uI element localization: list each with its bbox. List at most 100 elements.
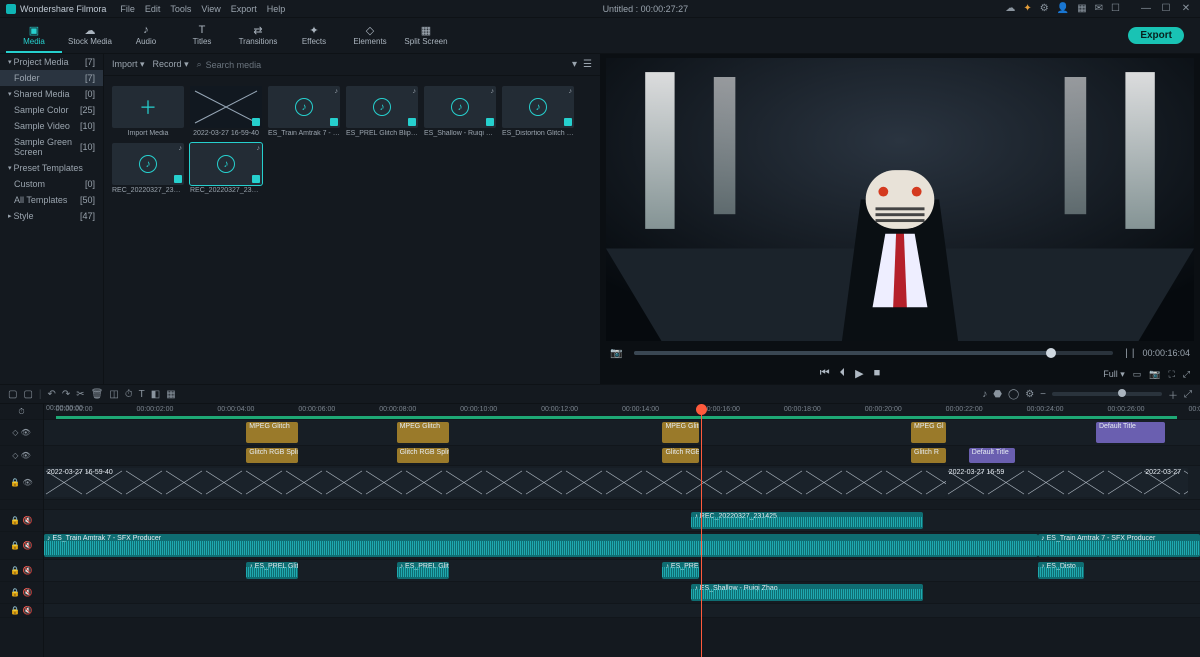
- clip-block[interactable]: MPEG Glitch: [397, 422, 449, 443]
- clip-block[interactable]: ♪ ES_Shallow - Ruiqi Zhao: [691, 584, 922, 601]
- track-header-fx1[interactable]: ◇ 👁: [0, 420, 43, 446]
- capture-icon[interactable]: 📷: [1149, 369, 1160, 380]
- text-icon[interactable]: T: [139, 389, 145, 400]
- greenscreen-icon[interactable]: ▦: [166, 389, 175, 400]
- clip-block[interactable]: ♪ ES_Disto: [1038, 562, 1084, 579]
- track-header-a3[interactable]: 🔒 🔇: [0, 560, 43, 582]
- track-header-video[interactable]: 🔒 👁: [0, 466, 43, 500]
- sidebar-item-shared-media[interactable]: ▾Shared Media[0]: [0, 86, 103, 102]
- zoom-slider[interactable]: [1052, 392, 1162, 396]
- menu-file[interactable]: File: [120, 4, 135, 14]
- delete-icon[interactable]: 🗑: [91, 389, 104, 400]
- crop-icon[interactable]: ◫: [109, 389, 118, 400]
- track-a2[interactable]: ♪ ES_Train Amtrak 7 - SFX Producer♪ ES_T…: [44, 532, 1200, 560]
- track-header-ruler[interactable]: ⏱: [0, 404, 43, 420]
- view-icon[interactable]: ☰: [583, 59, 592, 70]
- preview-viewport[interactable]: [606, 58, 1194, 341]
- track-header-a4[interactable]: 🔒 🔇: [0, 582, 43, 604]
- close-button[interactable]: ✕: [1178, 3, 1194, 14]
- export-button[interactable]: Export: [1128, 27, 1184, 44]
- speed-icon[interactable]: ⏱: [125, 389, 133, 400]
- sidebar-item-custom[interactable]: Custom[0]: [0, 176, 103, 192]
- sidebar-item-project-media[interactable]: ▾Project Media[7]: [0, 54, 103, 70]
- marker-icon[interactable]: ⬣: [993, 389, 1002, 400]
- track-header-a5[interactable]: 🔒 🔇: [0, 604, 43, 618]
- tl-settings-icon[interactable]: ⚙: [1025, 389, 1034, 400]
- settings-icon[interactable]: ⚙: [1040, 3, 1049, 14]
- menu-export[interactable]: Export: [231, 4, 257, 14]
- zoom-in-icon[interactable]: ＋: [1168, 387, 1178, 402]
- step-back-button[interactable]: ⏴: [840, 367, 846, 380]
- color-icon[interactable]: ◧: [151, 389, 160, 400]
- tab-elements[interactable]: ◇Elements: [342, 19, 398, 53]
- media-clip[interactable]: 2022-03-27 16-59-40: [190, 86, 262, 137]
- render-icon[interactable]: ◯: [1008, 389, 1019, 400]
- stop-button[interactable]: ■: [874, 367, 881, 380]
- clip-block[interactable]: Default Title: [1096, 422, 1165, 443]
- user-icon[interactable]: 👤: [1057, 3, 1069, 14]
- loop-out-icon[interactable]: |: [1132, 348, 1135, 359]
- clip-block[interactable]: Default Title: [969, 448, 1015, 463]
- media-clip[interactable]: ＋Import Media: [112, 86, 184, 137]
- sidebar-item-sample-video[interactable]: Sample Video[10]: [0, 118, 103, 134]
- media-clip[interactable]: ♪♪REC_20220327_231340: [112, 143, 184, 194]
- track-header-a1[interactable]: 🔒 🔇: [0, 510, 43, 532]
- minimize-button[interactable]: —: [1138, 3, 1154, 14]
- clip-block[interactable]: Glitch RGB Split: [397, 448, 449, 463]
- grid-icon[interactable]: ▦: [1077, 3, 1086, 14]
- sidebar-item-preset-templates[interactable]: ▾Preset Templates: [0, 160, 103, 176]
- clip-block[interactable]: ♪ REC_20220327_231425: [691, 512, 922, 529]
- track-area[interactable]: 00:00:00:0000:00:00:0000:00:02:0000:00:0…: [44, 404, 1200, 657]
- zoom-out-icon[interactable]: −: [1040, 389, 1046, 400]
- folder-icon[interactable]: ▢: [8, 389, 17, 400]
- clip-block[interactable]: MPEG Glitch: [662, 422, 699, 443]
- sidebar-item-all-templates[interactable]: All Templates[50]: [0, 192, 103, 208]
- redo-icon[interactable]: ↷: [62, 389, 70, 400]
- folder2-icon[interactable]: ▢: [23, 389, 32, 400]
- media-clip[interactable]: ♪♪ES_Train Amtrak 7 - SF...: [268, 86, 340, 137]
- clip-block[interactable]: MPEG Glitch: [246, 422, 298, 443]
- track-header-a2[interactable]: 🔒 🔇: [0, 532, 43, 560]
- prev-frame-button[interactable]: ⏮: [820, 367, 830, 380]
- zoom-fit-icon[interactable]: ⤢: [1184, 389, 1192, 400]
- quality-dropdown[interactable]: Full ▾: [1103, 369, 1125, 380]
- track-fx2[interactable]: Glitch RGB Split Glitch RGB Split Glitch R…: [44, 446, 1200, 466]
- playback-slider[interactable]: [634, 351, 1113, 355]
- clip-block[interactable]: 2022-03-27 16-59-40: [44, 468, 946, 497]
- tab-media[interactable]: ▣Media: [6, 19, 62, 53]
- loop-in-icon[interactable]: |: [1125, 348, 1128, 359]
- track-fx1[interactable]: MPEG GlitchMPEG GlitchMPEG GlitchMPEG Gl…: [44, 420, 1200, 446]
- menu-edit[interactable]: Edit: [145, 4, 161, 14]
- playhead[interactable]: [701, 404, 702, 657]
- tab-stock-media[interactable]: ☁Stock Media: [62, 19, 118, 53]
- sidebar-item-style[interactable]: ▸Style[47]: [0, 208, 103, 224]
- track-video[interactable]: 2022-03-27 16-59-402022-03-27 16-592022-…: [44, 466, 1200, 500]
- ratio-icon[interactable]: ▭: [1133, 369, 1142, 380]
- track-a5[interactable]: [44, 604, 1200, 618]
- track-a4[interactable]: ♪ ES_Shallow - Ruiqi Zhao: [44, 582, 1200, 604]
- fullscreen-icon[interactable]: ⤢: [1183, 369, 1190, 380]
- clip-block[interactable]: 2022-03-27 16-59: [946, 468, 1143, 497]
- sidebar-item-sample-green-screen[interactable]: Sample Green Screen[10]: [0, 134, 103, 160]
- tab-titles[interactable]: TTitles: [174, 19, 230, 53]
- bell-icon[interactable]: ☐: [1111, 3, 1120, 14]
- clip-block[interactable]: ♪ ES_PREL Glitch: [397, 562, 449, 579]
- media-clip[interactable]: ♪♪ES_PREL Glitch Blip - SF...: [346, 86, 418, 137]
- clip-block[interactable]: ♪ ES_PREL Glitch: [246, 562, 298, 579]
- menu-help[interactable]: Help: [267, 4, 286, 14]
- clip-block[interactable]: Glitch RGB Split: [246, 448, 298, 463]
- tab-transitions[interactable]: ⇄Transitions: [230, 19, 286, 53]
- mixer-icon[interactable]: ♪: [982, 389, 987, 400]
- tab-split-screen[interactable]: ▦Split Screen: [398, 19, 454, 53]
- menu-view[interactable]: View: [201, 4, 220, 14]
- track-a1[interactable]: ♪ REC_20220327_231425: [44, 510, 1200, 532]
- clip-block[interactable]: Glitch R: [911, 448, 946, 463]
- cloud-icon[interactable]: ☁: [1005, 3, 1015, 14]
- timeline-ruler[interactable]: 00:00:00:0000:00:00:0000:00:02:0000:00:0…: [44, 404, 1200, 420]
- play-button[interactable]: ▶: [855, 367, 863, 380]
- track-gap[interactable]: [44, 500, 1200, 510]
- track-header-gap[interactable]: [0, 500, 43, 510]
- clip-block[interactable]: ♪ ES_Train Amtrak 7 - SFX Producer: [1038, 534, 1200, 557]
- menu-tools[interactable]: Tools: [170, 4, 191, 14]
- sidebar-item-sample-color[interactable]: Sample Color[25]: [0, 102, 103, 118]
